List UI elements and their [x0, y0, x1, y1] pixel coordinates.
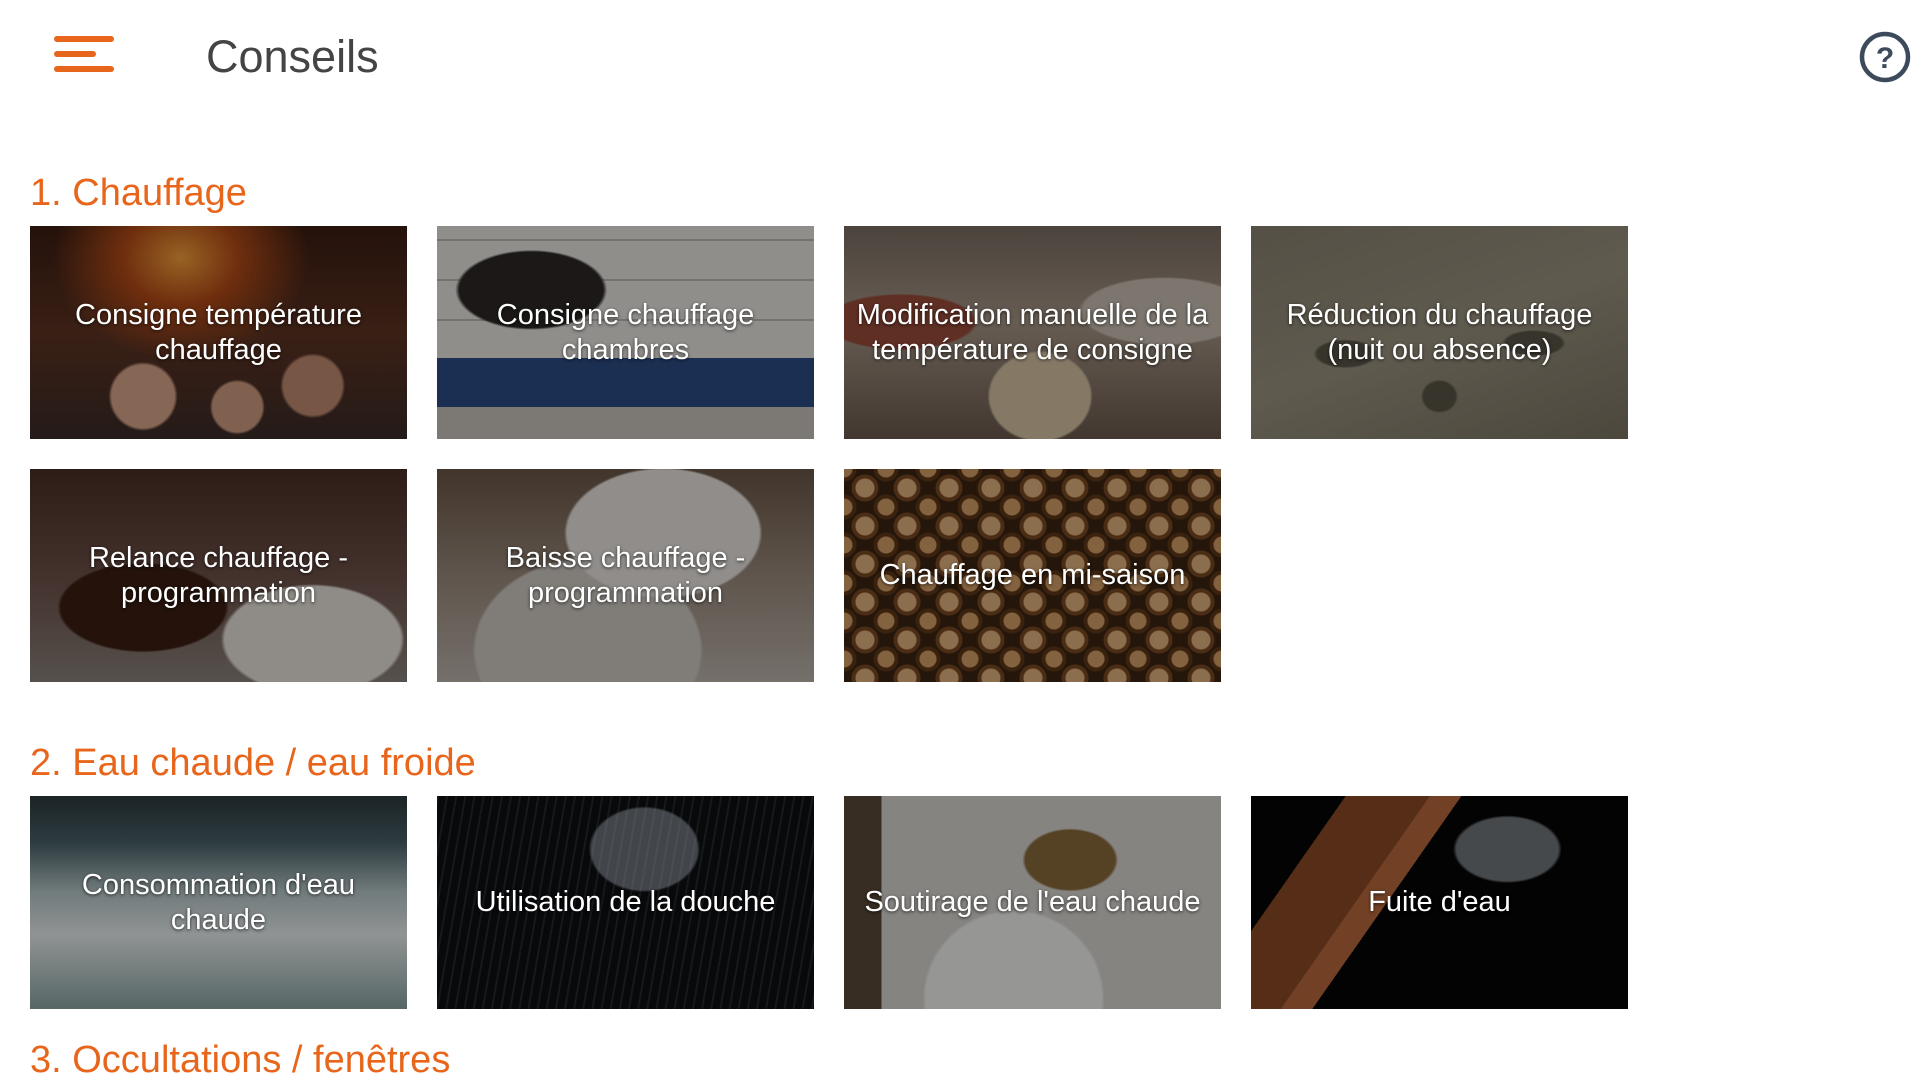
section-title-chauffage: 1. Chauffage	[30, 172, 247, 214]
tile-soutirage-eau-chaude[interactable]: Soutirage de l'eau chaude	[844, 796, 1221, 1009]
tile-label: Soutirage de l'eau chaude	[864, 886, 1201, 918]
section-title-occultations: 3. Occultations / fenêtres	[30, 1039, 451, 1081]
tile-label: Relance chauffage - programmation	[88, 541, 349, 609]
menu-button[interactable]	[48, 30, 120, 84]
tile-label: Chauffage en mi-saison	[879, 559, 1186, 591]
tile-reduction-chauffage[interactable]: Réduction du chauffage (nuit ou absence)	[1251, 226, 1628, 439]
page-title: Conseils	[206, 31, 379, 82]
tile-label: Consigne chauffage chambres	[496, 298, 755, 366]
tile-baisse-chauffage[interactable]: Baisse chauffage - programmation	[437, 469, 814, 682]
app-bar: Conseils ?	[0, 0, 1920, 116]
tile-consigne-temperature-chauffage[interactable]: Consigne température chauffage	[30, 226, 407, 439]
tile-modification-manuelle[interactable]: Modification manuelle de la température …	[844, 226, 1221, 439]
tile-fuite-eau[interactable]: Fuite d'eau	[1251, 796, 1628, 1009]
help-icon: ?	[1859, 31, 1911, 83]
tile-chauffage-mi-saison[interactable]: Chauffage en mi-saison	[844, 469, 1221, 682]
section-title-eau: 2. Eau chaude / eau froide	[30, 742, 476, 784]
tile-relance-chauffage[interactable]: Relance chauffage - programmation	[30, 469, 407, 682]
tile-consommation-eau-chaude[interactable]: Consommation d'eau chaude	[30, 796, 407, 1009]
tile-label: Utilisation de la douche	[475, 886, 776, 918]
tile-label: Modification manuelle de la température …	[856, 298, 1209, 366]
tile-label: Consigne température chauffage	[75, 298, 362, 366]
svg-text:?: ?	[1876, 42, 1894, 75]
tile-consigne-chauffage-chambres[interactable]: Consigne chauffage chambres	[437, 226, 814, 439]
tile-label: Consommation d'eau chaude	[81, 868, 356, 936]
tile-label: Fuite d'eau	[1368, 886, 1511, 918]
tile-utilisation-douche[interactable]: Utilisation de la douche	[437, 796, 814, 1009]
tile-label: Réduction du chauffage (nuit ou absence)	[1286, 298, 1593, 366]
tile-label: Baisse chauffage - programmation	[505, 541, 746, 609]
help-button[interactable]: ?	[1858, 30, 1912, 84]
